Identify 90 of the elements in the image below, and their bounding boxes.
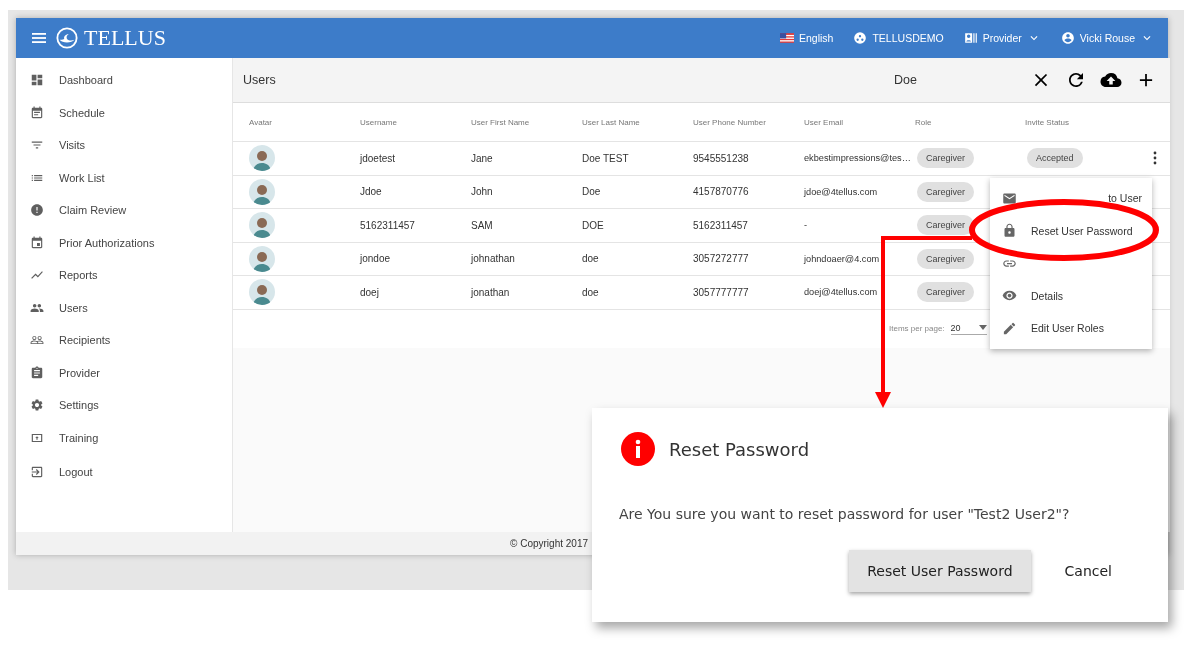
- status-chip: Accepted: [1027, 148, 1083, 169]
- sidebar-item[interactable]: Prior Authorizations: [16, 226, 232, 259]
- table-cell-text: 3057777777: [693, 286, 750, 298]
- paginator-label: Items per page:: [889, 324, 945, 333]
- role-chip: Caregiver: [917, 148, 974, 169]
- page-size-select[interactable]: 20: [950, 322, 987, 335]
- sidebar-item[interactable]: Logout: [16, 456, 232, 489]
- table-cell-text: Jdoe: [360, 186, 383, 198]
- sidebar-item[interactable]: Schedule: [16, 96, 232, 129]
- table-cell-text: -: [804, 220, 809, 231]
- column-header: Username: [360, 117, 398, 127]
- menu-item[interactable]: to User: [990, 182, 1152, 215]
- role-menu[interactable]: Provider: [963, 31, 1041, 45]
- dashboard-icon: [30, 73, 44, 88]
- table-cell-text: doej@4tellus.com: [804, 287, 879, 298]
- table-cell-text: 5162311457: [360, 219, 416, 231]
- page-title: Users: [243, 73, 276, 87]
- column-header: User Email: [804, 117, 845, 127]
- menu-item[interactable]: Edit User Roles: [990, 312, 1152, 345]
- table-cell-text: Jane: [471, 152, 494, 164]
- sidebar-item[interactable]: Settings: [16, 389, 232, 422]
- role-chip: Caregiver: [917, 282, 974, 303]
- dialog-message: Are You sure you want to reset password for user "Test2 User2"?: [619, 506, 1071, 522]
- table-cell-text: jonathan: [471, 286, 511, 298]
- avatar: [249, 245, 275, 272]
- menu-item[interactable]: Reset User Password: [990, 214, 1152, 247]
- table-cell-text: jdoe@4tellus.com: [804, 186, 879, 197]
- logo-text: TELLUS: [84, 25, 166, 51]
- sidebar-item[interactable]: Training: [16, 421, 232, 454]
- language-menu[interactable]: English: [780, 31, 834, 45]
- sidebar-item[interactable]: Claim Review: [16, 194, 232, 227]
- column-header: Invite Status: [1025, 117, 1071, 127]
- role-chip: Caregiver: [917, 215, 974, 236]
- avatar: [249, 145, 275, 172]
- caret-icon: [978, 325, 987, 330]
- table-cell-text: johnathan: [471, 253, 516, 265]
- dialog-title: Reset Password: [669, 438, 810, 460]
- table-cell-text: jdoetest: [360, 152, 397, 164]
- table-cell-text: John: [471, 186, 494, 198]
- calendar-icon: [30, 235, 44, 250]
- sidebar-item[interactable]: Recipients: [16, 324, 232, 357]
- sidebar-item[interactable]: Visits: [16, 129, 232, 162]
- sidebar-item[interactable]: Dashboard: [16, 64, 232, 97]
- sidebar-item[interactable]: Provider: [16, 356, 232, 389]
- user-menu[interactable]: Vicki Rouse: [1060, 31, 1154, 45]
- table-cell-text: DOE: [582, 219, 605, 231]
- id-card-icon: [963, 31, 978, 45]
- table-cell-text: 5162311457: [693, 219, 749, 231]
- avatar: [249, 212, 275, 239]
- column-header: Role: [915, 117, 933, 127]
- avatar: [249, 279, 275, 306]
- cancel-button[interactable]: Cancel: [1040, 550, 1142, 592]
- role-chip: Caregiver: [917, 181, 974, 202]
- menu-icon[interactable]: [32, 32, 46, 44]
- logo-icon: [56, 27, 78, 49]
- avatar: [249, 178, 275, 205]
- organization-menu[interactable]: TELLUSDEMO: [853, 31, 944, 45]
- calendar-icon: [30, 105, 44, 120]
- search-field[interactable]: Doe: [894, 73, 1014, 87]
- table-cell-text: jondoe: [360, 253, 392, 265]
- info-icon: [621, 432, 655, 466]
- flag-icon: [780, 31, 794, 45]
- table-cell-text: ekbestimpressions@tes…: [804, 153, 912, 164]
- exit-icon: [30, 465, 44, 480]
- reset-password-button[interactable]: Reset User Password: [849, 550, 1031, 592]
- table-cell-text: Doe: [582, 186, 602, 198]
- clipboard-icon: [30, 365, 44, 380]
- role-chip: Caregiver: [917, 248, 974, 269]
- table-cell-text: 9545551238: [693, 152, 750, 164]
- sidebar-item[interactable]: Reports: [16, 259, 232, 292]
- table-cell-text: SAM: [471, 219, 494, 231]
- pencil-icon: [1002, 320, 1017, 336]
- settings-icon: [30, 398, 44, 413]
- table-cell-text: doej: [360, 286, 380, 298]
- table-cell-text: Doe TEST: [582, 152, 630, 164]
- lock-icon: [1002, 223, 1017, 239]
- sidebar-item[interactable]: Users: [16, 291, 232, 324]
- column-header: User Phone Number: [693, 117, 767, 127]
- table-cell-text: 4157870776: [693, 186, 750, 198]
- alert-icon: [30, 203, 44, 218]
- column-header: Avatar: [249, 117, 273, 127]
- table-cell-text: doe: [582, 253, 600, 265]
- table-cell-text: 3057272777: [693, 253, 750, 265]
- table-cell-text: doe: [582, 286, 600, 298]
- sidebar-item[interactable]: Work List: [16, 161, 232, 194]
- table-cell-text: johndoaer@4.com: [804, 253, 881, 264]
- column-header: User First Name: [471, 117, 531, 127]
- column-header: User Last Name: [582, 117, 641, 127]
- menu-item[interactable]: Details: [990, 279, 1152, 312]
- copyright-text: © Copyright 2017: [510, 538, 588, 549]
